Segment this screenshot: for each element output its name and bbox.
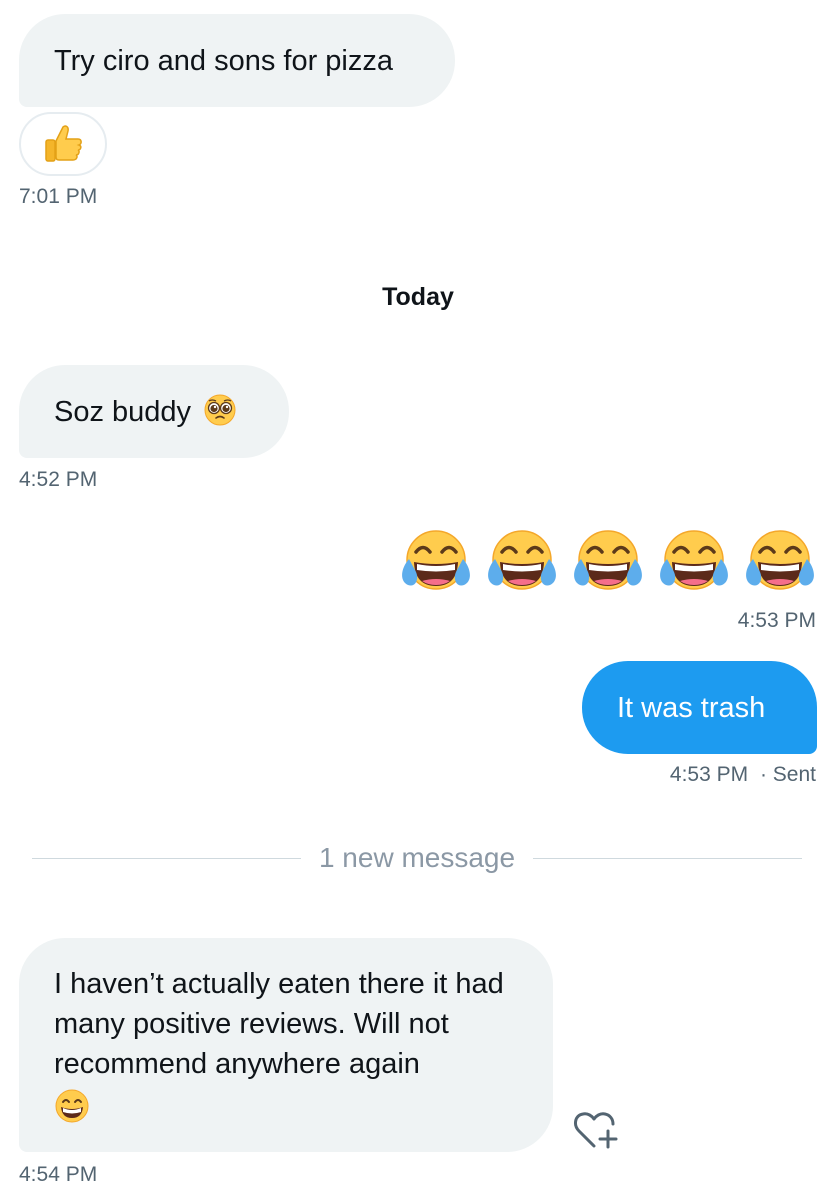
heart-plus-icon[interactable]	[572, 1106, 622, 1152]
message-bubble-incoming[interactable]: I haven’t actually eaten there it had ma…	[19, 938, 553, 1152]
message-meta: 4:53 PM · Sent	[670, 762, 816, 788]
message-timestamp: 4:54 PM	[19, 1163, 98, 1186]
message-timestamp: 7:01 PM	[19, 185, 98, 208]
beaming-grin-emoji	[55, 1089, 89, 1123]
tears-of-joy-emoji	[574, 530, 642, 590]
tears-of-joy-emoji	[402, 530, 470, 590]
message-timestamp: 4:53 PM	[737, 609, 816, 632]
message-text: Soz buddy	[54, 396, 192, 428]
new-message-divider: 1 new message	[32, 838, 803, 878]
message-text: Try ciro and sons for pizza	[54, 45, 393, 77]
message-text: I haven’t actually eaten there it had ma…	[54, 968, 504, 1080]
tears-of-joy-emoji	[746, 530, 814, 590]
new-message-label: 1 new message	[318, 842, 516, 873]
tears-of-joy-emoji	[488, 530, 556, 590]
day-separator: Today	[382, 283, 454, 311]
message-text: It was trash	[617, 692, 766, 724]
message-reaction[interactable]	[19, 112, 107, 176]
message-bubble-incoming[interactable]: Soz buddy	[19, 365, 289, 458]
message-timestamp: 4:53 PM	[669, 763, 749, 786]
message-bubble-outgoing[interactable]: It was trash	[582, 661, 817, 754]
tears-of-joy-emoji	[660, 530, 728, 590]
divider-line	[533, 857, 803, 859]
message-bubble-incoming[interactable]: Try ciro and sons for pizza	[19, 14, 455, 107]
message-timestamp: 4:52 PM	[19, 468, 98, 491]
divider-line	[32, 857, 301, 859]
pleading-face-emoji	[204, 394, 236, 426]
message-status: · Sent	[759, 763, 816, 786]
emoji-message-outgoing[interactable]	[400, 526, 816, 598]
thumbs-up-emoji	[45, 125, 82, 162]
